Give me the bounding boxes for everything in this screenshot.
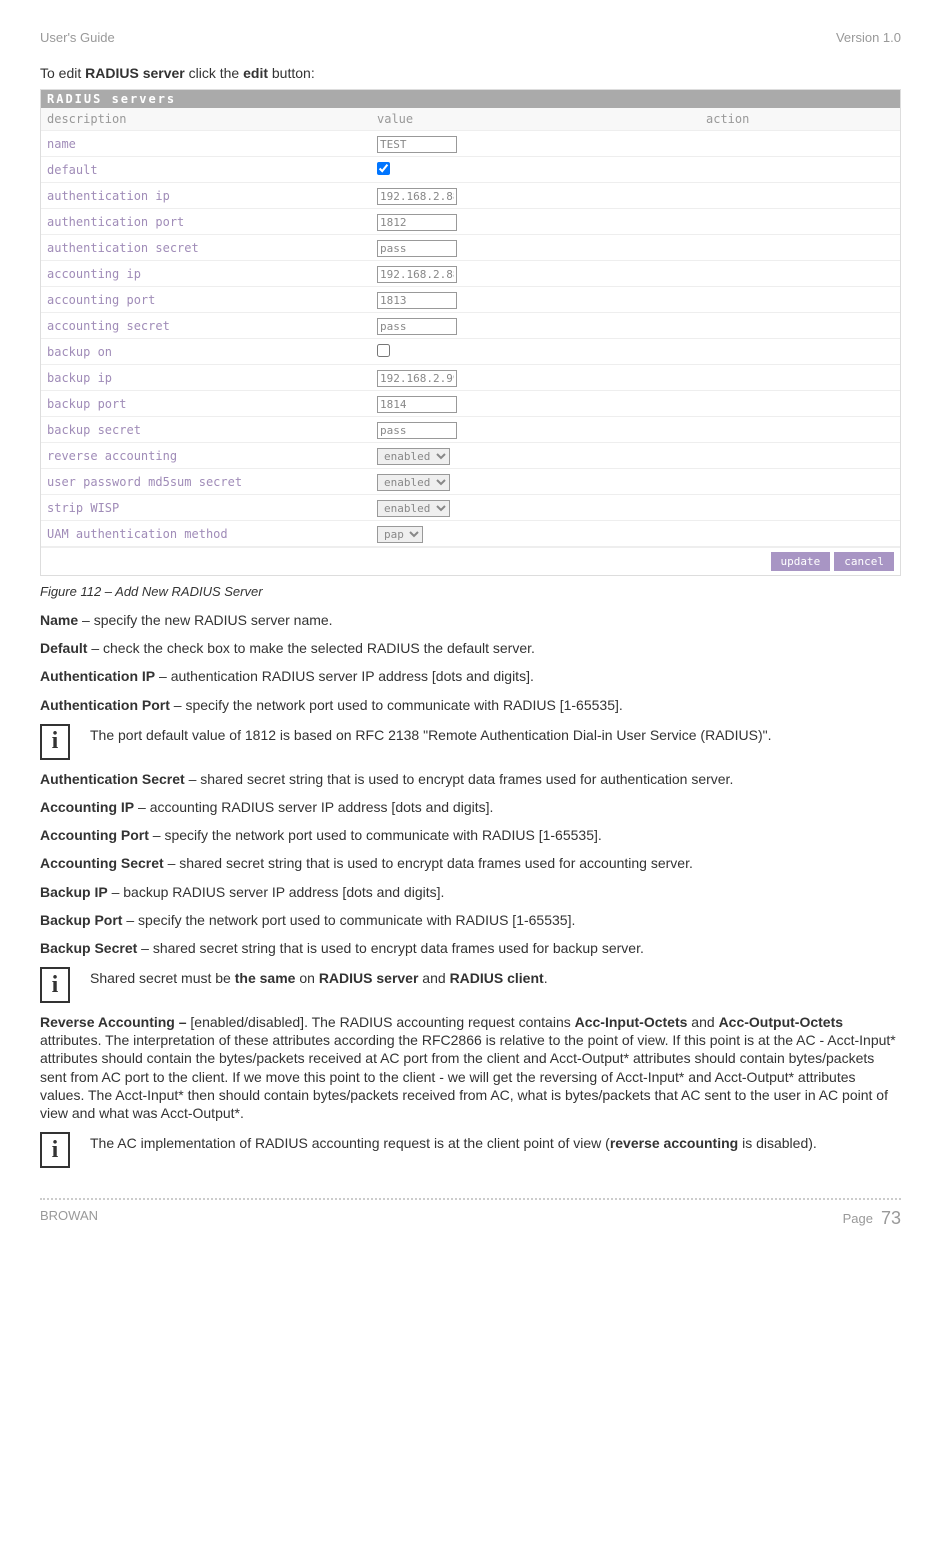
md5sum-select[interactable]: enabled xyxy=(377,474,450,491)
para-auth-secret: Authentication Secret – shared secret st… xyxy=(40,770,901,788)
acct-port-input[interactable] xyxy=(377,292,457,309)
row-backup-on: backup on xyxy=(41,339,900,365)
row-name: name xyxy=(41,131,900,157)
note-1: i The port default value of 1812 is base… xyxy=(40,724,901,760)
header-right: Version 1.0 xyxy=(836,30,901,45)
info-icon: i xyxy=(40,967,70,1003)
row-strip-wisp: strip WISP enabled xyxy=(41,495,900,521)
auth-ip-input[interactable] xyxy=(377,188,457,205)
para-default: Default – check the check box to make th… xyxy=(40,639,901,657)
row-default: default xyxy=(41,157,900,183)
para-acct-ip: Accounting IP – accounting RADIUS server… xyxy=(40,798,901,816)
row-auth-ip: authentication ip xyxy=(41,183,900,209)
uam-select[interactable]: pap xyxy=(377,526,423,543)
page-header: User's Guide Version 1.0 xyxy=(40,30,901,45)
acct-ip-input[interactable] xyxy=(377,266,457,283)
figure-caption: Figure 112 – Add New RADIUS Server xyxy=(40,584,901,599)
acct-secret-input[interactable] xyxy=(377,318,457,335)
strip-wisp-select[interactable]: enabled xyxy=(377,500,450,517)
footer-left: BROWAN xyxy=(40,1208,98,1229)
default-checkbox[interactable] xyxy=(377,162,390,175)
para-name: Name – specify the new RADIUS server nam… xyxy=(40,611,901,629)
reverse-accounting-select[interactable]: enabled xyxy=(377,448,450,465)
header-left: User's Guide xyxy=(40,30,115,45)
backup-port-input[interactable] xyxy=(377,396,457,413)
note-3: i The AC implementation of RADIUS accoun… xyxy=(40,1132,901,1168)
para-reverse-accounting: Reverse Accounting – [enabled/disabled].… xyxy=(40,1013,901,1122)
row-acct-ip: accounting ip xyxy=(41,261,900,287)
note-2-text: Shared secret must be the same on RADIUS… xyxy=(90,967,901,987)
intro-text: To edit RADIUS server click the edit but… xyxy=(40,65,901,81)
info-icon: i xyxy=(40,724,70,760)
button-row: update cancel xyxy=(41,547,900,575)
info-icon: i xyxy=(40,1132,70,1168)
table-title: RADIUS servers xyxy=(41,90,900,108)
row-backup-secret: backup secret xyxy=(41,417,900,443)
col-description: description xyxy=(41,108,371,130)
backup-on-checkbox[interactable] xyxy=(377,344,390,357)
col-value: value xyxy=(371,108,700,130)
row-backup-ip: backup ip xyxy=(41,365,900,391)
row-backup-port: backup port xyxy=(41,391,900,417)
radius-servers-table: RADIUS servers description value action … xyxy=(40,89,901,576)
auth-secret-input[interactable] xyxy=(377,240,457,257)
auth-port-input[interactable] xyxy=(377,214,457,231)
cancel-button[interactable]: cancel xyxy=(834,552,894,571)
page-footer: BROWAN Page 73 xyxy=(40,1198,901,1229)
para-backup-ip: Backup IP – backup RADIUS server IP addr… xyxy=(40,883,901,901)
para-acct-secret: Accounting Secret – shared secret string… xyxy=(40,854,901,872)
note-1-text: The port default value of 1812 is based … xyxy=(90,724,901,744)
column-headers: description value action xyxy=(41,108,900,131)
para-backup-port: Backup Port – specify the network port u… xyxy=(40,911,901,929)
row-acct-port: accounting port xyxy=(41,287,900,313)
para-acct-port: Accounting Port – specify the network po… xyxy=(40,826,901,844)
para-auth-port: Authentication Port – specify the networ… xyxy=(40,696,901,714)
update-button[interactable]: update xyxy=(771,552,831,571)
backup-secret-input[interactable] xyxy=(377,422,457,439)
row-acct-secret: accounting secret xyxy=(41,313,900,339)
para-backup-secret: Backup Secret – shared secret string tha… xyxy=(40,939,901,957)
row-auth-secret: authentication secret xyxy=(41,235,900,261)
name-input[interactable] xyxy=(377,136,457,153)
footer-page: Page 73 xyxy=(843,1208,901,1229)
backup-ip-input[interactable] xyxy=(377,370,457,387)
row-auth-port: authentication port xyxy=(41,209,900,235)
note-2: i Shared secret must be the same on RADI… xyxy=(40,967,901,1003)
col-action: action xyxy=(700,108,900,130)
row-md5sum: user password md5sum secret enabled xyxy=(41,469,900,495)
note-3-text: The AC implementation of RADIUS accounti… xyxy=(90,1132,901,1152)
row-reverse-accounting: reverse accounting enabled xyxy=(41,443,900,469)
row-uam: UAM authentication method pap xyxy=(41,521,900,547)
para-auth-ip: Authentication IP – authentication RADIU… xyxy=(40,667,901,685)
